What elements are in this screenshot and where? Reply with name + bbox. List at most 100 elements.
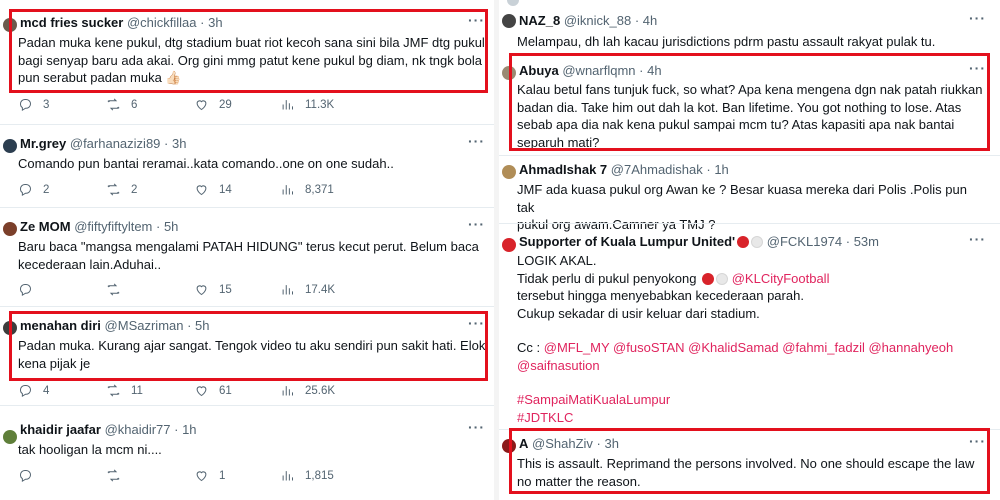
avatar[interactable] bbox=[3, 18, 17, 32]
display-name[interactable]: Ze MOM bbox=[20, 219, 71, 234]
mention-link[interactable]: @MFL_MY @fusoSTAN @KhalidSamad @fahmi_fa… bbox=[544, 340, 953, 355]
user-handle[interactable]: @fiftyfiftyltem bbox=[74, 219, 152, 234]
views-button[interactable]: 11.3K bbox=[280, 97, 334, 112]
timestamp[interactable]: · 3h bbox=[597, 436, 619, 451]
avatar[interactable] bbox=[502, 14, 516, 28]
avatar[interactable] bbox=[502, 238, 516, 252]
views-button[interactable]: 17.4K bbox=[280, 282, 335, 297]
more-icon[interactable]: ··· bbox=[468, 216, 485, 232]
like-button[interactable]: 14 bbox=[194, 182, 232, 197]
user-handle[interactable]: @wnarflqmn bbox=[562, 63, 635, 78]
more-icon[interactable]: ··· bbox=[468, 419, 485, 435]
tweet[interactable]: AhmadIshak 7 @7Ahmadishak · 1h JMF ada k… bbox=[499, 156, 1000, 232]
avatar[interactable] bbox=[3, 321, 17, 335]
more-icon[interactable]: ··· bbox=[468, 12, 485, 28]
reply-button[interactable]: 3 bbox=[18, 97, 49, 112]
avatar[interactable] bbox=[502, 66, 516, 80]
display-name[interactable]: NAZ_8 bbox=[519, 13, 560, 28]
display-name[interactable]: menahan diri bbox=[20, 318, 101, 333]
user-handle[interactable]: @chickfillaa bbox=[127, 15, 197, 30]
reply-button[interactable] bbox=[18, 282, 43, 297]
user-handle[interactable]: @khaidir77 bbox=[105, 422, 171, 437]
retweet-button[interactable]: 11 bbox=[106, 383, 143, 398]
tweet[interactable]: A @ShahZiv · 3h ··· This is assault. Rep… bbox=[499, 430, 1000, 500]
avatar[interactable] bbox=[502, 439, 516, 453]
display-name[interactable]: Abuya bbox=[519, 63, 559, 78]
display-name[interactable]: mcd fries sucker bbox=[20, 15, 123, 30]
more-icon[interactable]: ··· bbox=[468, 133, 485, 149]
user-handle[interactable]: @MSazriman bbox=[105, 318, 184, 333]
tweet-text: Padan muka kene pukul, dtg stadium buat … bbox=[18, 35, 485, 85]
more-icon[interactable]: ··· bbox=[969, 60, 986, 76]
timestamp[interactable]: · 3h bbox=[164, 136, 186, 151]
reply-count: 3 bbox=[43, 98, 50, 111]
user-handle[interactable]: @iknick_88 bbox=[564, 13, 631, 28]
tweet[interactable]: Abuya @wnarflqmn · 4h ··· Kalau betul fa… bbox=[499, 52, 1000, 152]
hashtag-link[interactable]: #SampaiMatiKualaLumpur bbox=[517, 391, 992, 409]
like-button[interactable]: 1 bbox=[194, 468, 225, 483]
display-name[interactable]: Mr.grey bbox=[20, 136, 66, 151]
retweet-icon bbox=[107, 469, 120, 482]
tweet[interactable]: Supporter of Kuala Lumpur United' @FCKL1… bbox=[499, 224, 1000, 429]
text-line: Tidak perlu di pukul penyokong @KLCityFo… bbox=[517, 270, 992, 288]
user-handle[interactable]: @farhanazizi89 bbox=[70, 136, 161, 151]
user-handle[interactable]: @ShahZiv bbox=[532, 436, 593, 451]
tweet-header: A @ShahZiv · 3h bbox=[519, 436, 619, 452]
retweet-icon bbox=[107, 98, 120, 111]
timestamp[interactable]: · 53m bbox=[846, 234, 879, 249]
views-button[interactable]: 8,371 bbox=[280, 182, 334, 197]
like-button[interactable]: 29 bbox=[194, 97, 232, 112]
retweet-button[interactable] bbox=[106, 282, 131, 297]
tweet[interactable]: menahan diri @MSazriman · 5h ··· Padan m… bbox=[0, 307, 494, 405]
reply-button[interactable]: 2 bbox=[18, 182, 49, 197]
tweet[interactable]: khaidir jaafar @khaidir77 · 1h ··· tak h… bbox=[0, 406, 494, 500]
reply-button[interactable]: 4 bbox=[18, 383, 49, 398]
display-name[interactable]: AhmadIshak 7 bbox=[519, 162, 607, 177]
mention-link[interactable]: @KLCityFootball bbox=[732, 271, 830, 286]
mention-link[interactable]: @saifnasution bbox=[517, 357, 992, 375]
avatar[interactable] bbox=[3, 139, 17, 153]
cc-label: Cc : bbox=[517, 340, 541, 355]
retweet-button[interactable]: 2 bbox=[106, 182, 137, 197]
avatar[interactable] bbox=[3, 222, 17, 236]
tweet[interactable]: mcd fries sucker @chickfillaa · 3h ··· P… bbox=[0, 0, 494, 123]
red-circle-icon bbox=[737, 236, 750, 248]
timestamp[interactable]: · 1h bbox=[706, 162, 728, 177]
views-button[interactable]: 25.6K bbox=[280, 383, 335, 398]
views-icon bbox=[282, 471, 293, 481]
display-name[interactable]: A bbox=[519, 436, 528, 451]
like-icon bbox=[196, 471, 207, 482]
like-button[interactable]: 61 bbox=[194, 383, 232, 398]
tweet-text: LOGIK AKAL. Tidak perlu di pukul penyoko… bbox=[517, 252, 992, 426]
user-handle[interactable]: @FCKL1974 bbox=[767, 234, 842, 249]
like-button[interactable]: 15 bbox=[194, 282, 232, 297]
display-name[interactable]: khaidir jaafar bbox=[20, 422, 101, 437]
tweet[interactable]: Mr.grey @farhanazizi89 · 3h ··· Comando … bbox=[0, 125, 494, 207]
more-icon[interactable]: ··· bbox=[969, 10, 986, 26]
more-icon[interactable]: ··· bbox=[969, 433, 986, 449]
avatar[interactable] bbox=[502, 165, 516, 179]
reply-button[interactable] bbox=[18, 468, 43, 483]
tweet[interactable]: NAZ_8 @iknick_88 · 4h ··· Melampau, dh l… bbox=[499, 0, 1000, 50]
red-circle-icon bbox=[702, 272, 715, 285]
timestamp[interactable]: · 5h bbox=[156, 219, 178, 234]
retweet-button[interactable]: 6 bbox=[106, 97, 137, 112]
timestamp[interactable]: · 3h bbox=[200, 15, 222, 30]
timestamp[interactable]: · 4h bbox=[639, 63, 661, 78]
avatar[interactable] bbox=[3, 430, 17, 444]
views-button[interactable]: 1,815 bbox=[280, 468, 334, 483]
timestamp[interactable]: · 4h bbox=[635, 13, 657, 28]
user-handle[interactable]: @7Ahmadishak bbox=[611, 162, 703, 177]
timestamp[interactable]: · 1h bbox=[174, 422, 196, 437]
timestamp[interactable]: · 5h bbox=[187, 318, 209, 333]
like-count: 14 bbox=[219, 183, 232, 196]
text-line: Cukup sekadar di usir keluar dari stadiu… bbox=[517, 305, 760, 321]
more-icon[interactable]: ··· bbox=[969, 231, 986, 247]
reply-icon bbox=[20, 184, 31, 197]
hashtag-link[interactable]: #JDTKLC bbox=[517, 409, 992, 427]
display-name[interactable]: Supporter of Kuala Lumpur United' bbox=[519, 234, 735, 249]
more-icon[interactable]: ··· bbox=[468, 315, 485, 331]
tweet[interactable]: Ze MOM @fiftyfiftyltem · 5h ··· Baru bac… bbox=[0, 208, 494, 306]
tweet-header: Mr.grey @farhanazizi89 · 3h bbox=[20, 136, 186, 152]
retweet-button[interactable] bbox=[106, 468, 131, 483]
